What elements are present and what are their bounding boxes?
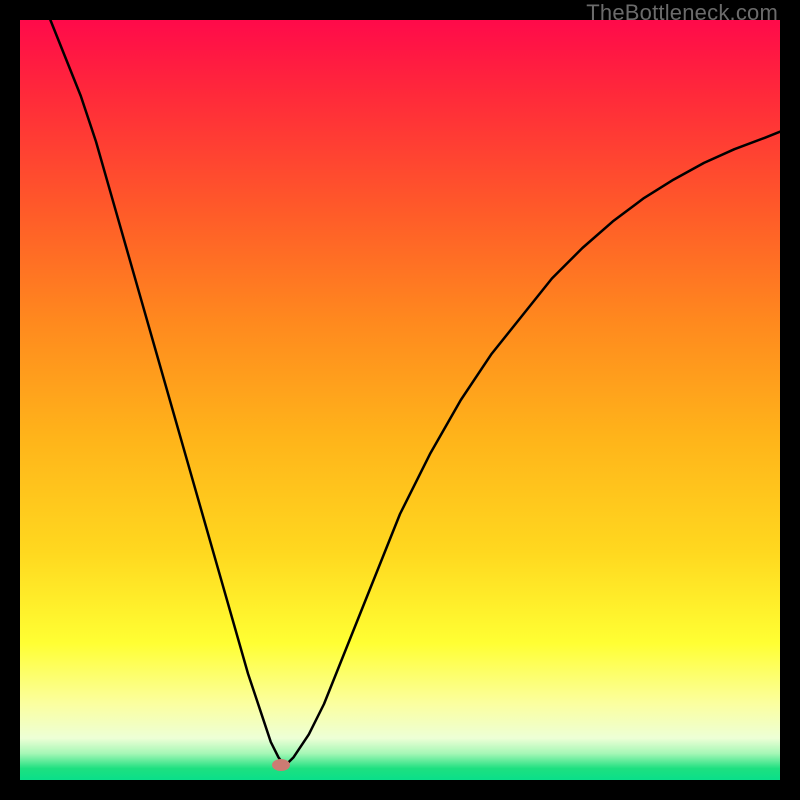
watermark-text: TheBottleneck.com (586, 0, 778, 26)
optimum-marker (272, 759, 290, 771)
chart-frame (20, 20, 780, 780)
bottleneck-curve (20, 20, 780, 780)
